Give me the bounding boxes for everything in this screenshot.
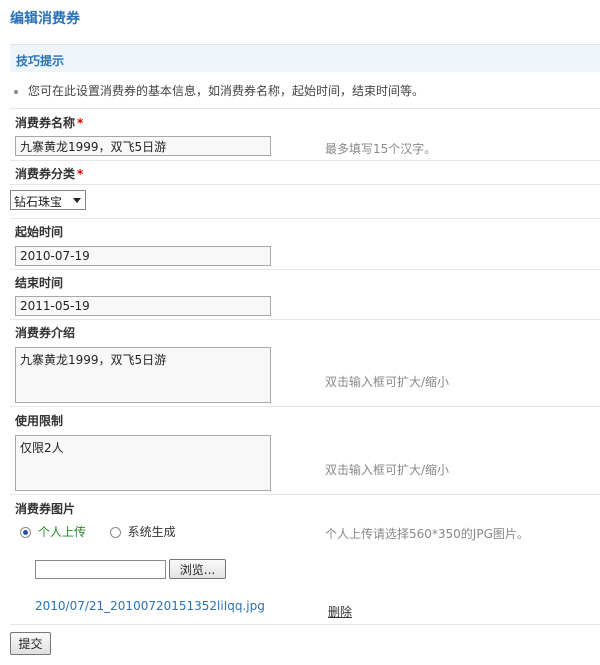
tips-text: 您可在此设置消费券的基本信息，如消费券名称，起始时间，结束时间等。 [28,84,425,98]
required-mark: * [77,167,84,181]
intro-hint: 双击输入框可扩大/缩小 [325,375,450,389]
radio-personal-upload[interactable] [20,527,31,538]
chevron-down-icon[interactable] [69,191,85,209]
divider [10,319,600,320]
image-label: 消费券图片 [15,502,76,516]
divider [10,184,600,185]
start-time-input[interactable] [15,246,271,266]
radio-personal-upload-label[interactable]: 个人上传 [38,525,86,539]
divider [10,624,600,625]
image-hint: 个人上传请选择560*350的JPG图片。 [325,527,529,541]
intro-label: 消费券介绍 [15,326,76,340]
category-select[interactable]: 钻石珠宝 [10,190,86,210]
submit-button[interactable]: 提交 [10,632,51,655]
divider [10,269,600,270]
limit-label: 使用限制 [15,414,64,428]
limit-textarea[interactable]: 仅限2人 [15,435,271,491]
intro-textarea[interactable]: 九寨黄龙1999，双飞5日游 [15,347,271,403]
bullet-icon [14,89,18,94]
browse-button[interactable]: 浏览... [169,559,226,579]
tips-header: 技巧提示 [10,44,600,72]
image-source-options: 个人上传 系统生成 [20,523,176,540]
uploaded-file-link[interactable]: 2010/07/21_20100720151352liIqq.jpg [35,599,265,613]
delete-link[interactable]: 删除 [328,603,352,620]
name-input[interactable] [15,136,271,156]
end-time-input[interactable] [15,296,271,316]
required-mark: * [77,116,84,130]
end-time-label: 结束时间 [15,276,64,290]
divider [10,494,600,495]
divider [10,218,600,219]
divider [10,160,600,161]
file-path-input[interactable] [35,560,166,579]
divider [10,108,600,109]
tips-header-label: 技巧提示 [16,54,65,68]
radio-system-generate[interactable] [109,527,121,538]
tips-line: 您可在此设置消费券的基本信息，如消费券名称，起始时间，结束时间等。 [14,82,424,99]
name-label: 消费券名称 * [15,116,84,130]
limit-hint: 双击输入框可扩大/缩小 [325,463,450,477]
start-time-label: 起始时间 [15,225,64,239]
name-hint: 最多填写15个汉字。 [325,142,437,156]
category-label: 消费券分类 * [15,167,84,181]
divider [10,406,600,407]
page-title: 编辑消费券 [10,11,80,27]
radio-system-generate-label[interactable]: 系统生成 [128,525,176,539]
category-selected-value: 钻石珠宝 [14,195,63,209]
